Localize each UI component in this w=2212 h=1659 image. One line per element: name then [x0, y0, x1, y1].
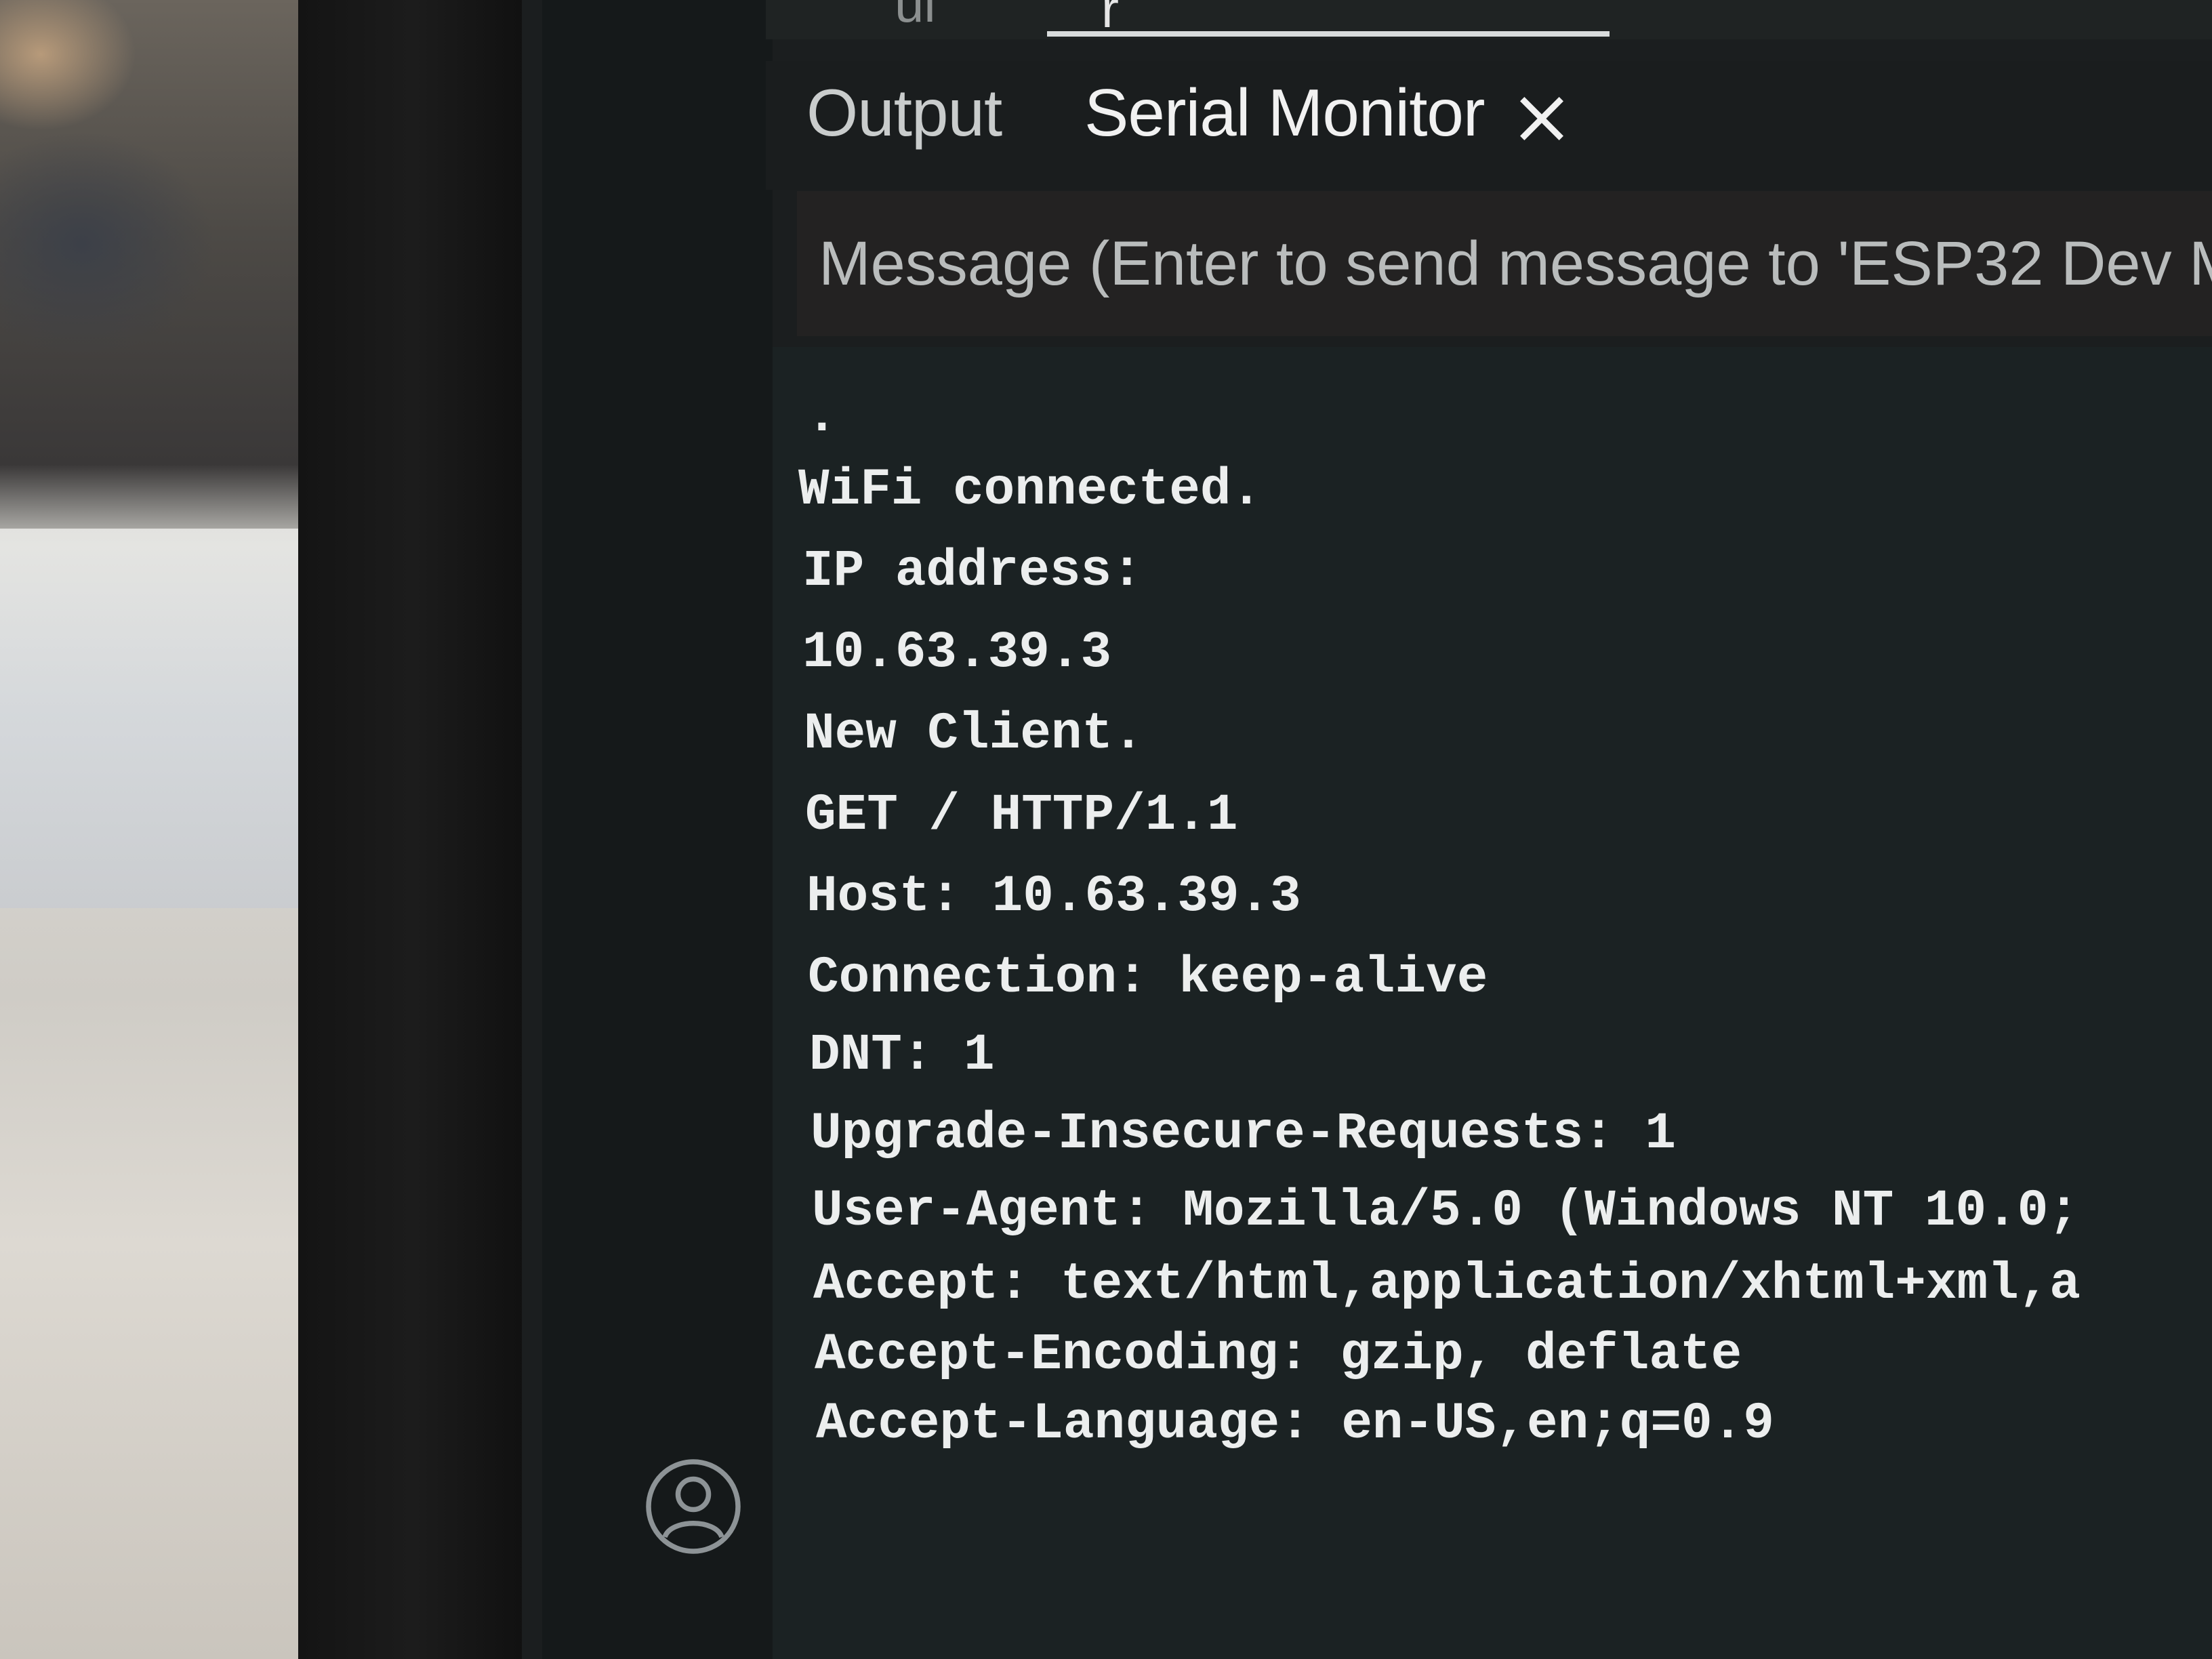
serial-line: Accept-Encoding: gzip, deflate	[815, 1326, 1742, 1384]
serial-line: Host: 10.63.39.3	[806, 867, 1301, 926]
photo-scene: ui r Output Serial Monitor . WiFi connec…	[0, 0, 2212, 1659]
serial-line: GET / HTTP/1.1	[805, 786, 1238, 844]
editor-tab-partial[interactable]: ui	[895, 0, 936, 35]
serial-line: IP address:	[802, 542, 1143, 600]
serial-line: WiFi connected.	[798, 461, 1263, 519]
serial-line: DNT: 1	[809, 1026, 995, 1084]
serial-line: Accept: text/html,application/xhtml+xml,…	[813, 1255, 2081, 1313]
serial-line: 10.63.39.3	[802, 623, 1112, 682]
tab-output[interactable]: Output	[806, 75, 1002, 151]
account-icon[interactable]	[642, 1456, 744, 1557]
close-icon[interactable]	[1511, 88, 1572, 149]
serial-line: New Client.	[804, 705, 1144, 763]
message-input[interactable]	[797, 191, 2212, 336]
serial-line: Accept-Language: en-US,en;q=0.9	[816, 1395, 1774, 1453]
serial-line: Upgrade-Insecure-Requests: 1	[811, 1105, 1677, 1163]
background-shelf	[0, 529, 325, 908]
active-tab-indicator	[1047, 31, 1610, 37]
activity-bar	[542, 0, 773, 1659]
serial-line: .	[806, 388, 838, 446]
serial-line: Connection: keep-alive	[808, 949, 1488, 1007]
tab-serial-monitor[interactable]: Serial Monitor	[1084, 75, 1486, 151]
serial-line: User-Agent: Mozilla/5.0 (Windows NT 10.0…	[812, 1182, 2079, 1240]
